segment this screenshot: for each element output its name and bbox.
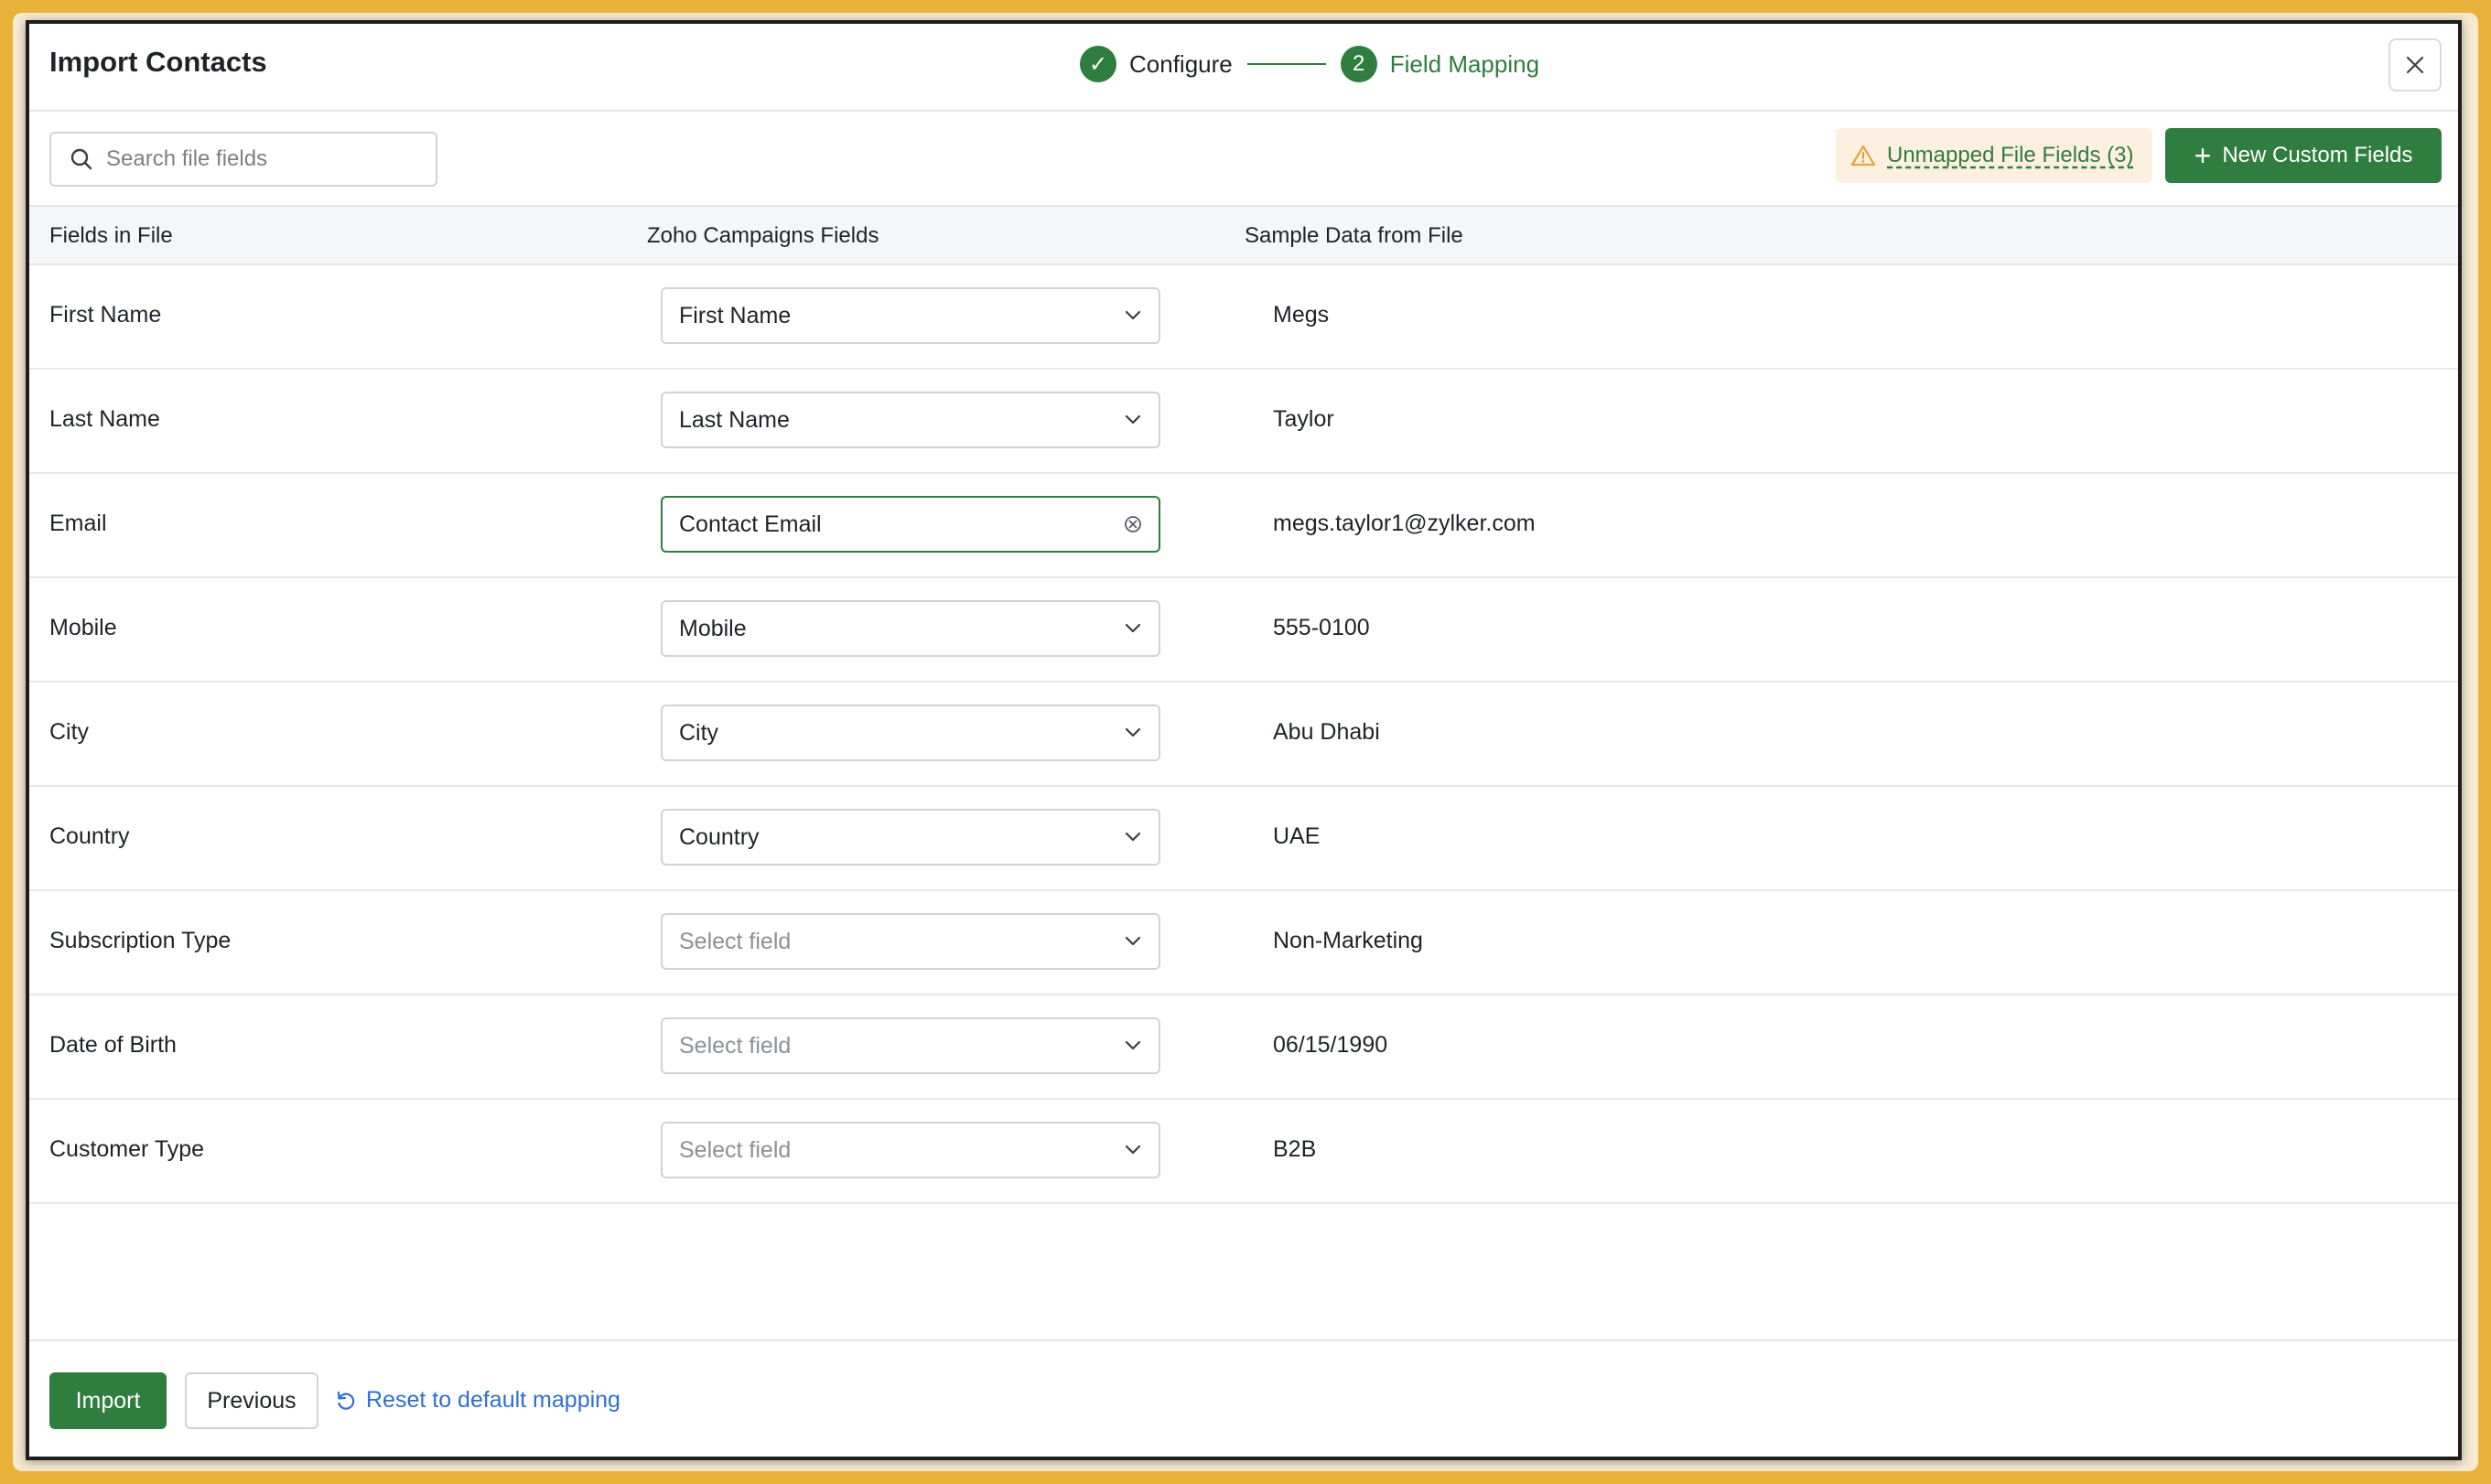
file-field-name: Date of Birth	[49, 1032, 177, 1058]
step-connector	[1246, 63, 1326, 65]
table-row: Mobile Mobile 555-0100	[29, 578, 2458, 683]
dialog-header: Import Contacts ✓ Configure 2 Field Mapp…	[29, 24, 2458, 112]
field-mapping-select[interactable]: Mobile	[661, 600, 1160, 657]
table-row: Date of Birth Select field 06/15/1990	[29, 995, 2458, 1100]
unmapped-file-fields-link[interactable]: Unmapped File Fields (3)	[1887, 143, 2133, 168]
close-button[interactable]	[2389, 38, 2442, 91]
table-row: Subscription Type Select field Non-Marke…	[29, 891, 2458, 995]
file-field-name: Customer Type	[49, 1136, 205, 1162]
field-mapping-select[interactable]: Select field	[661, 1122, 1160, 1178]
search-box	[49, 132, 437, 187]
chevron-down-icon	[1115, 1027, 1151, 1064]
selected-field: First Name	[679, 302, 792, 328]
column-header-sample-data: Sample Data from File	[1245, 223, 1463, 248]
step-configure-check-icon: ✓	[1080, 46, 1116, 82]
chevron-down-icon	[1115, 715, 1151, 751]
column-header-fields-in-file: Fields in File	[49, 223, 173, 248]
selected-field: Select field	[679, 928, 792, 954]
dialog-title: Import Contacts	[49, 46, 267, 78]
sample-data: 555-0100	[1273, 615, 1370, 640]
selected-field: Select field	[679, 1032, 792, 1059]
sample-data: 06/15/1990	[1273, 1032, 1388, 1058]
file-field-name: Last Name	[49, 406, 160, 432]
field-mapping-select[interactable]: City	[661, 704, 1160, 761]
field-mapping-select[interactable]: Last Name	[661, 392, 1160, 448]
field-mapping-select[interactable]: Select field	[661, 1017, 1160, 1074]
previous-button[interactable]: Previous	[185, 1372, 318, 1429]
table-row: First Name First Name Megs	[29, 265, 2458, 370]
sample-data: Megs	[1273, 302, 1330, 328]
reset-label: Reset to default mapping	[366, 1387, 620, 1413]
file-field-name: Mobile	[49, 615, 117, 640]
step-field-mapping-number: 2	[1340, 46, 1377, 82]
selected-field: Contact Email	[679, 511, 822, 537]
step-configure-label[interactable]: Configure	[1129, 50, 1233, 79]
table-row: City City Abu Dhabi	[29, 683, 2458, 787]
sample-data: B2B	[1273, 1136, 1317, 1162]
selected-field: Select field	[679, 1136, 792, 1163]
table-row: Country Country UAE	[29, 787, 2458, 891]
search-input[interactable]	[104, 145, 419, 173]
import-contacts-dialog: Import Contacts ✓ Configure 2 Field Mapp…	[26, 20, 2462, 1460]
sample-data: Abu Dhabi	[1273, 719, 1380, 745]
unmapped-file-fields-badge[interactable]: Unmapped File Fields (3)	[1836, 128, 2152, 183]
field-mapping-select[interactable]: Select field	[661, 913, 1160, 970]
file-field-name: First Name	[49, 302, 162, 328]
chevron-down-icon	[1115, 402, 1151, 438]
field-mapping-select[interactable]: Country	[661, 809, 1160, 866]
stepper: ✓ Configure 2 Field Mapping	[1080, 44, 1539, 84]
table-header: Fields in File Zoho Campaigns Fields Sam…	[29, 205, 2458, 265]
clear-selection-icon[interactable]	[1115, 506, 1151, 543]
chevron-down-icon	[1115, 297, 1151, 334]
toolbar: Unmapped File Fields (3) + New Custom Fi…	[29, 110, 2458, 205]
table-row: Last Name Last Name Taylor	[29, 370, 2458, 474]
step-field-mapping-label: Field Mapping	[1389, 49, 1540, 78]
chevron-down-icon	[1115, 819, 1151, 855]
dialog-footer: Import Previous Reset to default mapping	[29, 1339, 2458, 1457]
selected-field: City	[679, 719, 719, 746]
new-custom-fields-label: New Custom Fields	[2222, 143, 2413, 167]
file-field-name: Subscription Type	[49, 928, 232, 953]
warning-icon	[1850, 145, 1876, 167]
reset-icon	[337, 1391, 355, 1410]
chevron-down-icon	[1115, 610, 1151, 647]
selected-field: Mobile	[679, 615, 747, 641]
column-header-zoho-campaigns-fields: Zoho Campaigns Fields	[647, 223, 879, 248]
table-row: Email Contact Email megs.taylor1@zylker.…	[29, 474, 2458, 578]
file-field-name: Email	[49, 511, 107, 536]
search-icon	[70, 148, 92, 170]
field-mapping-select[interactable]: Contact Email	[661, 496, 1160, 553]
sample-data: Non-Marketing	[1273, 928, 1423, 953]
selected-field: Last Name	[679, 406, 790, 433]
sample-data: megs.taylor1@zylker.com	[1273, 511, 1536, 536]
reset-to-default-link[interactable]: Reset to default mapping	[335, 1387, 620, 1414]
file-field-name: City	[49, 719, 90, 745]
field-mapping-select[interactable]: First Name	[661, 287, 1160, 344]
close-icon	[2406, 56, 2424, 74]
import-button[interactable]: Import	[49, 1372, 167, 1429]
selected-field: Country	[679, 823, 760, 850]
sample-data: UAE	[1273, 823, 1321, 849]
file-field-name: Country	[49, 823, 130, 849]
new-custom-fields-button[interactable]: + New Custom Fields	[2165, 128, 2442, 183]
chevron-down-icon	[1115, 1132, 1151, 1168]
plus-icon: +	[2194, 139, 2212, 172]
table-row: Customer Type Select field B2B	[29, 1100, 2458, 1204]
sample-data: Taylor	[1273, 406, 1334, 432]
chevron-down-icon	[1115, 923, 1151, 960]
